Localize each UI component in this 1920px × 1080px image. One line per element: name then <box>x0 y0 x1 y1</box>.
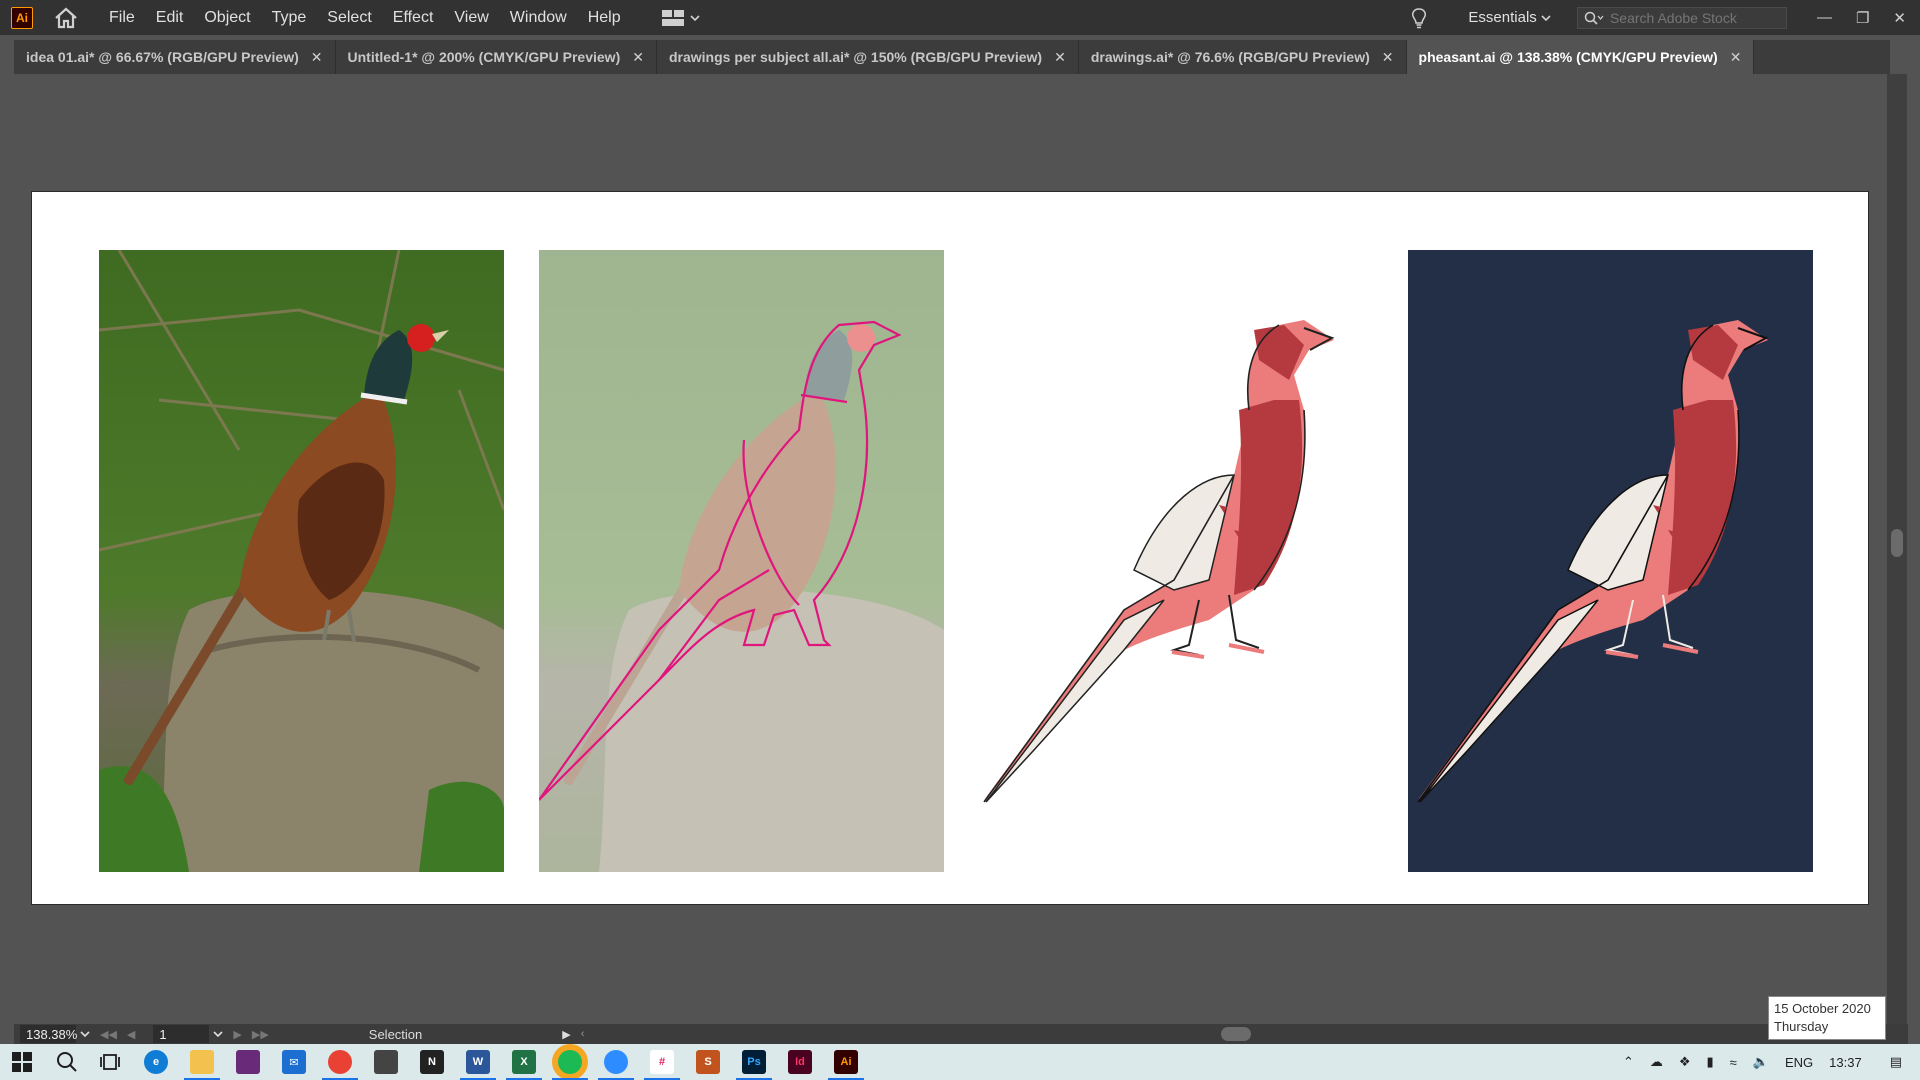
battery-icon[interactable]: ▮ <box>1707 1054 1714 1070</box>
search-icon <box>1584 11 1604 25</box>
menu-window[interactable]: Window <box>510 9 567 27</box>
language-indicator[interactable]: ENG <box>1785 1055 1813 1070</box>
menu-type[interactable]: Type <box>272 9 307 27</box>
dropbox-icon[interactable]: ❖ <box>1679 1054 1691 1070</box>
arrange-documents-button[interactable] <box>661 9 700 26</box>
tab-label: pheasant.ai @ 138.38% (CMYK/GPU Preview) <box>1418 49 1718 65</box>
clock[interactable]: 13:37 <box>1829 1055 1862 1070</box>
spotify-icon[interactable] <box>552 1050 588 1080</box>
document-tab-bar: idea 01.ai* @ 66.67% (RGB/GPU Preview) ✕ … <box>14 40 1890 74</box>
indesign-icon[interactable]: Id <box>788 1050 812 1074</box>
current-tool-label: Selection <box>368 1026 423 1042</box>
zoom-meetings-icon[interactable] <box>598 1050 634 1080</box>
stock-search-input[interactable] <box>1603 9 1780 26</box>
artboard-number-field[interactable]: 1 <box>153 1025 210 1043</box>
window-controls: — ❐ ✕ <box>1817 9 1906 27</box>
stock-search-box[interactable] <box>1576 6 1787 29</box>
task-view-icon[interactable] <box>100 1051 122 1073</box>
onedrive-cloud-icon[interactable]: ☁ <box>1650 1054 1663 1070</box>
tab-drawings-per-subject[interactable]: drawings per subject all.ai* @ 150% (RGB… <box>657 40 1079 74</box>
volume-icon[interactable]: 🔈 <box>1753 1054 1769 1070</box>
tooltip-day: Thursday <box>1774 1019 1829 1034</box>
menu-bar: Ai File Edit Object Type Select Effect V… <box>0 0 1920 35</box>
close-icon[interactable]: ✕ <box>1054 49 1066 66</box>
scroll-left-icon[interactable]: ‹ <box>581 1028 585 1040</box>
notion-icon[interactable]: N <box>420 1050 444 1074</box>
close-icon[interactable]: ✕ <box>311 49 323 66</box>
next-artboard-icon[interactable]: ▶ <box>233 1028 241 1041</box>
tab-label: drawings.ai* @ 76.6% (RGB/GPU Preview) <box>1090 49 1370 65</box>
workspace-label: Essentials <box>1468 9 1537 26</box>
menu-file[interactable]: File <box>109 9 135 27</box>
notifications-icon[interactable]: ▤ <box>1890 1054 1902 1070</box>
menu-effect[interactable]: Effect <box>393 9 434 27</box>
lightbulb-icon[interactable] <box>1410 7 1428 29</box>
zoom-level-field[interactable]: 138.38% <box>20 1025 78 1043</box>
scroll-thumb[interactable] <box>1891 529 1903 557</box>
horizontal-scroll-thumb[interactable] <box>1221 1027 1251 1041</box>
chevron-down-icon[interactable] <box>80 1030 90 1038</box>
word-icon[interactable]: W <box>460 1050 496 1080</box>
pheasant-trace[interactable] <box>539 250 944 872</box>
last-artboard-icon[interactable]: ▶▶ <box>252 1028 269 1041</box>
chevron-down-icon <box>1541 15 1551 22</box>
layout-grid-icon <box>661 9 684 26</box>
chevron-down-icon <box>690 14 700 21</box>
tab-pheasant[interactable]: pheasant.ai @ 138.38% (CMYK/GPU Preview)… <box>1406 40 1755 74</box>
tab-drawings[interactable]: drawings.ai* @ 76.6% (RGB/GPU Preview) ✕ <box>1079 40 1407 74</box>
menu-select[interactable]: Select <box>327 9 371 27</box>
tab-label: idea 01.ai* @ 66.67% (RGB/GPU Preview) <box>26 49 299 65</box>
artboard-number: 1 <box>159 1026 167 1042</box>
excel-icon[interactable]: X <box>506 1050 542 1080</box>
edge-browser-icon[interactable]: e <box>144 1050 168 1074</box>
windows-taskbar: e ✉ N W X # S Ps Id Ai ⌃ ☁ ❖ ▮ ≈ 🔈 ENG 1… <box>0 1044 1920 1080</box>
restore-icon[interactable]: ❐ <box>1856 9 1869 27</box>
menubar-right: Essentials — ❐ ✕ <box>1410 0 1920 35</box>
minimize-icon[interactable]: — <box>1817 9 1832 27</box>
previous-artboard-icon[interactable]: ◀ <box>127 1028 135 1041</box>
workspace-switcher[interactable]: Essentials <box>1468 9 1551 26</box>
chevron-up-icon[interactable]: ⌃ <box>1623 1054 1634 1070</box>
date-tooltip: 15 October 2020 Thursday <box>1768 996 1886 1040</box>
tab-label: Untitled-1* @ 200% (CMYK/GPU Preview) <box>347 49 621 65</box>
status-bar: 138.38% ◀◀ ◀ 1 ▶ ▶▶ Selection ▶ ‹ <box>14 1024 1908 1044</box>
system-tray: ⌃ ☁ ❖ ▮ ≈ 🔈 ENG 13:37 ▤ <box>1607 1044 1920 1080</box>
tab-idea-01[interactable]: idea 01.ai* @ 66.67% (RGB/GPU Preview) ✕ <box>14 40 336 74</box>
close-icon[interactable]: ✕ <box>1382 49 1394 66</box>
chevron-down-icon[interactable] <box>213 1030 223 1038</box>
pheasant-photo[interactable] <box>99 250 504 872</box>
windows-start-icon[interactable] <box>12 1052 32 1072</box>
first-artboard-icon[interactable]: ◀◀ <box>100 1028 117 1041</box>
close-icon[interactable]: ✕ <box>1893 9 1906 27</box>
status-menu-arrow-icon[interactable]: ▶ <box>562 1028 570 1041</box>
tab-untitled-1[interactable]: Untitled-1* @ 200% (CMYK/GPU Preview) ✕ <box>336 40 657 74</box>
menu-edit[interactable]: Edit <box>156 9 184 27</box>
illustrator-logo-icon[interactable]: Ai <box>11 6 33 29</box>
vertical-scrollbar[interactable] <box>1887 74 1907 1024</box>
menu-object[interactable]: Object <box>204 9 250 27</box>
close-icon[interactable]: ✕ <box>632 49 644 66</box>
file-explorer-icon[interactable] <box>184 1050 220 1080</box>
chrome-browser-icon[interactable] <box>322 1050 358 1080</box>
printer-app-icon[interactable] <box>374 1050 398 1074</box>
sublime-text-icon[interactable]: S <box>696 1050 720 1074</box>
menu-view[interactable]: View <box>454 9 488 27</box>
tooltip-date: 15 October 2020 <box>1774 1001 1871 1016</box>
tab-label: drawings per subject all.ai* @ 150% (RGB… <box>668 49 1043 65</box>
zoom-value: 138.38% <box>26 1026 78 1042</box>
pheasant-navy-illustration[interactable] <box>1408 250 1813 872</box>
menu-help[interactable]: Help <box>588 9 621 27</box>
home-icon[interactable] <box>53 7 79 29</box>
photoshop-icon[interactable]: Ps <box>736 1050 772 1080</box>
close-icon[interactable]: ✕ <box>1730 49 1742 66</box>
slack-icon[interactable]: # <box>644 1050 680 1080</box>
app-color-icon[interactable] <box>236 1050 260 1074</box>
illustrator-taskbar-icon[interactable]: Ai <box>828 1050 864 1080</box>
mail-icon[interactable]: ✉ <box>282 1050 306 1074</box>
pheasant-illustration[interactable] <box>974 250 1379 872</box>
main-menu: File Edit Object Type Select Effect View… <box>109 9 642 27</box>
artboard[interactable] <box>31 191 1869 905</box>
search-icon[interactable] <box>56 1051 78 1073</box>
wifi-icon[interactable]: ≈ <box>1730 1055 1737 1070</box>
